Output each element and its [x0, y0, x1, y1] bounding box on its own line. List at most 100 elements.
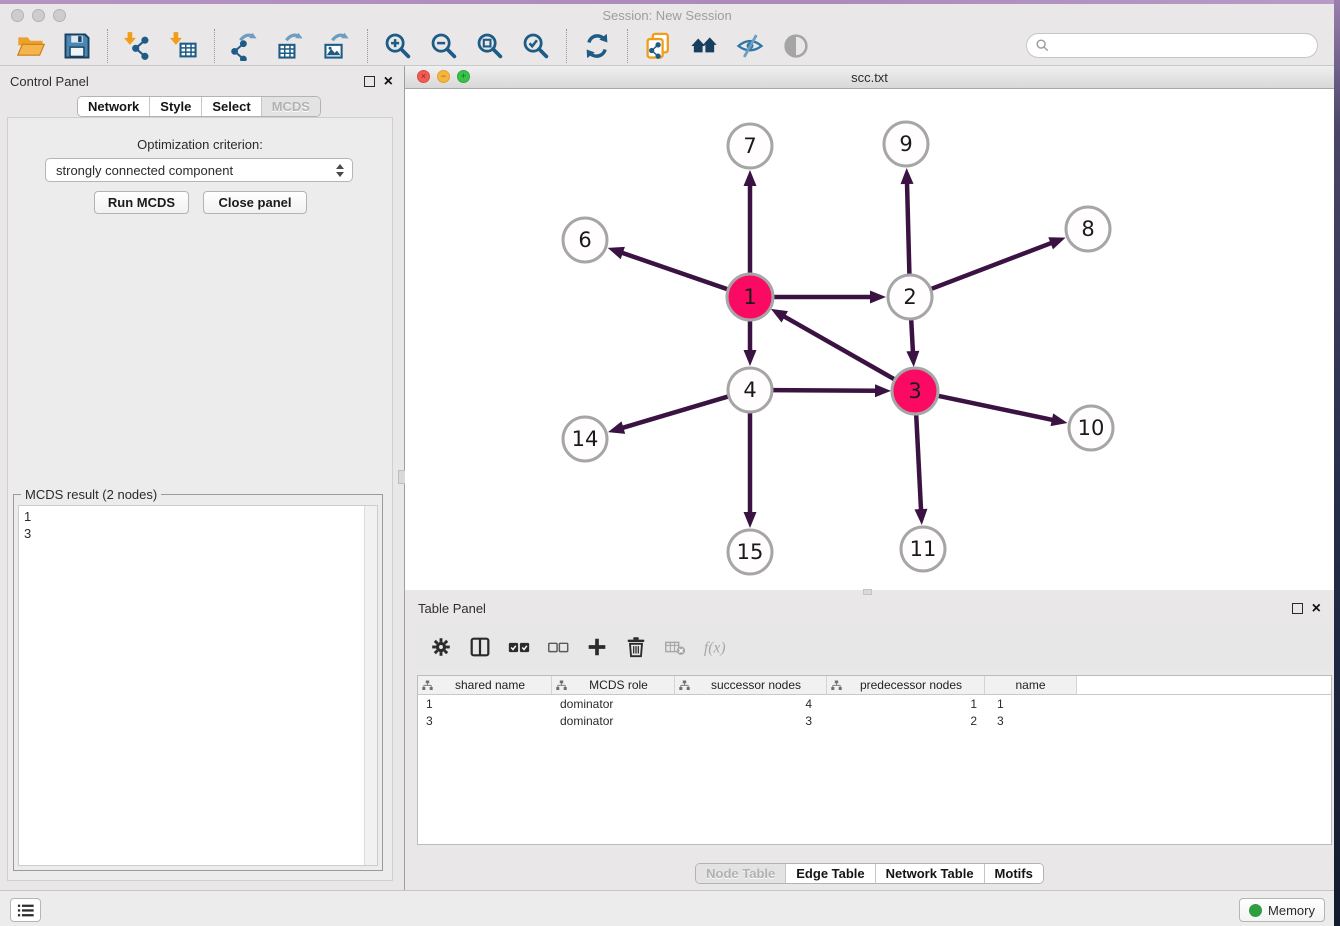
select-all-icon[interactable]	[507, 635, 531, 659]
table-row[interactable]: 1dominator411	[418, 695, 1331, 712]
tab-style[interactable]: Style	[149, 97, 201, 116]
zoom-network-icon[interactable]: +	[457, 70, 470, 83]
column-header[interactable]: name	[985, 676, 1077, 695]
zoom-window-icon[interactable]	[53, 9, 66, 22]
window-traffic-lights[interactable]	[11, 9, 66, 22]
close-network-icon[interactable]: ×	[417, 70, 430, 83]
tab-mcds[interactable]: MCDS	[261, 97, 320, 116]
table-cell[interactable]: 2	[827, 714, 985, 728]
column-header-label: successor nodes	[690, 678, 822, 692]
memory-button[interactable]: Memory	[1239, 898, 1325, 922]
edge-arrowhead	[608, 421, 625, 433]
tab-motifs[interactable]: Motifs	[984, 864, 1043, 883]
close-window-icon[interactable]	[11, 9, 24, 22]
toolbar-separator	[367, 29, 368, 63]
float-table-panel-icon[interactable]	[1292, 603, 1303, 614]
node-table[interactable]: shared nameMCDS role successor nodes prede…	[417, 675, 1332, 845]
zoom-selected-icon[interactable]	[521, 31, 551, 61]
column-header[interactable]: predecessor nodes	[827, 676, 985, 695]
search-box[interactable]	[1026, 33, 1318, 58]
clone-network-icon[interactable]	[643, 31, 673, 61]
show-eye-icon[interactable]	[781, 31, 811, 61]
refresh-icon[interactable]	[582, 31, 612, 61]
export-image-icon[interactable]	[322, 31, 352, 61]
search-input[interactable]	[1050, 38, 1317, 53]
edge-3-1[interactable]	[783, 316, 895, 380]
main-toolbar-groups	[10, 29, 817, 63]
network-window-traffic-lights[interactable]: × − +	[417, 70, 470, 83]
float-panel-icon[interactable]	[364, 76, 375, 87]
edge-4-3[interactable]	[773, 390, 877, 391]
control-panel-tabs: Network Style Select MCDS	[77, 96, 321, 117]
criterion-value: strongly connected component	[56, 163, 336, 178]
memory-label: Memory	[1268, 903, 1315, 918]
network-canvas[interactable]: 7968124314101511	[405, 89, 1334, 590]
zoom-out-icon[interactable]	[429, 31, 459, 61]
network-view-titlebar[interactable]: × − + scc.txt	[405, 66, 1334, 89]
run-mcds-button[interactable]: Run MCDS	[94, 191, 189, 214]
table-cell[interactable]: dominator	[552, 697, 675, 711]
edge-4-14[interactable]	[621, 397, 728, 429]
table-cell[interactable]: 3	[985, 714, 1077, 728]
tab-network[interactable]: Network	[78, 97, 149, 116]
delete-row-icon[interactable]	[624, 635, 648, 659]
tab-node-table[interactable]: Node Table	[696, 864, 785, 883]
horizontal-splitter-handle[interactable]	[863, 589, 872, 595]
table-cell[interactable]: 1	[827, 697, 985, 711]
toolbar-separator	[627, 29, 628, 63]
edge-2-3[interactable]	[911, 320, 913, 353]
add-row-icon[interactable]	[585, 635, 609, 659]
edge-2-9[interactable]	[907, 182, 909, 274]
app-window: { "title_bar": { "title": "Session: New …	[0, 0, 1340, 926]
edge-2-8[interactable]	[931, 243, 1052, 289]
table-cell[interactable]: 3	[418, 714, 552, 728]
close-panel-button[interactable]: Close panel	[203, 191, 307, 214]
import-network-icon[interactable]	[123, 31, 153, 61]
table-cell[interactable]: 4	[675, 697, 827, 711]
column-header[interactable]: shared name	[418, 676, 552, 695]
tab-edge-table[interactable]: Edge Table	[785, 864, 874, 883]
table-row[interactable]: 3dominator323	[418, 712, 1331, 729]
edge-3-10[interactable]	[938, 396, 1054, 420]
edge-1-6[interactable]	[621, 252, 728, 289]
close-panel-icon[interactable]: ×	[384, 76, 393, 87]
table-panel-title: Table Panel	[418, 601, 1292, 616]
table-cell[interactable]: 3	[675, 714, 827, 728]
node-label: 8	[1081, 217, 1094, 241]
save-icon[interactable]	[62, 31, 92, 61]
result-scrollbar[interactable]	[364, 506, 377, 865]
open-file-icon[interactable]	[16, 31, 46, 61]
export-table-icon[interactable]	[276, 31, 306, 61]
tab-select[interactable]: Select	[201, 97, 260, 116]
import-table-icon[interactable]	[169, 31, 199, 61]
columns-icon[interactable]	[468, 635, 492, 659]
deselect-all-icon[interactable]	[546, 635, 570, 659]
edge-arrowhead	[744, 512, 757, 528]
criterion-dropdown[interactable]: strongly connected component	[45, 158, 353, 182]
hierarchy-icon	[679, 680, 690, 691]
task-history-button[interactable]	[10, 898, 41, 922]
minimize-network-icon[interactable]: −	[437, 70, 450, 83]
column-header[interactable]: successor nodes	[675, 676, 827, 695]
hide-eye-icon[interactable]	[735, 31, 765, 61]
close-table-panel-icon[interactable]: ×	[1312, 603, 1321, 614]
home-icon[interactable]	[689, 31, 719, 61]
main-toolbar	[0, 27, 1334, 66]
export-network-icon[interactable]	[230, 31, 260, 61]
mcds-result-list[interactable]: 1 3	[18, 505, 378, 866]
delete-table-icon	[663, 635, 687, 659]
table-cell[interactable]: dominator	[552, 714, 675, 728]
column-header[interactable]: MCDS role	[552, 676, 675, 695]
zoom-in-icon[interactable]	[383, 31, 413, 61]
edge-arrowhead	[1048, 237, 1065, 249]
gear-icon[interactable]	[429, 635, 453, 659]
table-cell[interactable]: 1	[985, 697, 1077, 711]
table-cell[interactable]: 1	[418, 697, 552, 711]
edge-arrowhead	[1051, 413, 1068, 426]
zoom-fit-icon[interactable]	[475, 31, 505, 61]
node-table-body: 1dominator4113dominator323	[418, 695, 1331, 729]
tab-network-table[interactable]: Network Table	[875, 864, 984, 883]
minimize-window-icon[interactable]	[32, 9, 45, 22]
node-label: 15	[737, 540, 764, 564]
edge-3-11[interactable]	[916, 414, 921, 511]
